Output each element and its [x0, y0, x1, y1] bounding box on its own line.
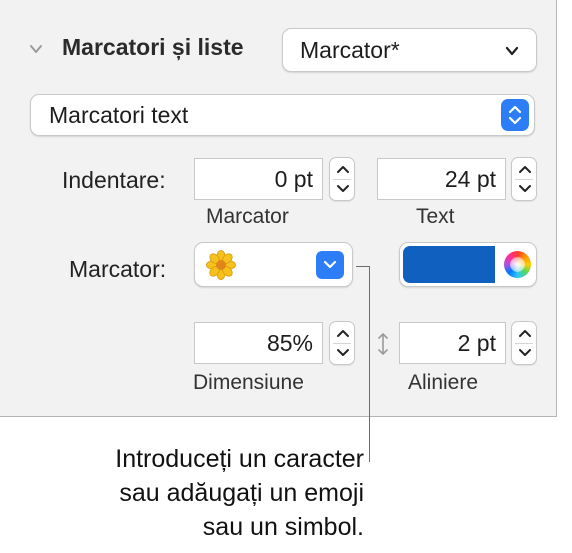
flower-emoji-icon: [206, 250, 236, 280]
callout-line: sau un simbol.: [202, 513, 364, 541]
chevron-up-icon[interactable]: [336, 328, 350, 338]
callout-line: sau adăugați un emoji: [119, 479, 364, 507]
bullet-symbol-dropdown-button[interactable]: [316, 251, 344, 279]
indent-text-stepper[interactable]: [511, 157, 537, 201]
chevron-up-icon[interactable]: [336, 164, 350, 174]
indent-text-field[interactable]: 24 pt: [377, 158, 506, 200]
bullets-and-lists-panel: Marcatori și liste Marcator* Marcatori t…: [0, 0, 557, 417]
chevron-down-icon: [505, 46, 519, 56]
chevron-down-icon[interactable]: [518, 348, 532, 358]
indent-bullet-caption: Marcator: [206, 205, 289, 228]
callout-text: Introduceți un caracter sau adăugați un …: [40, 442, 364, 544]
color-wheel-icon[interactable]: [504, 251, 531, 278]
bullet-color-well[interactable]: [399, 242, 537, 287]
bullet-symbol-popup[interactable]: [194, 242, 353, 287]
section-title[interactable]: Marcatori și liste: [62, 34, 244, 61]
chevron-down-icon[interactable]: [518, 184, 532, 194]
popup-arrows-button[interactable]: [501, 99, 529, 131]
indent-label: Indentare:: [62, 167, 166, 193]
indent-bullet-stepper[interactable]: [329, 157, 355, 201]
align-stepper[interactable]: [511, 321, 537, 365]
chevron-up-icon[interactable]: [518, 164, 532, 174]
chevron-down-icon: [323, 260, 337, 269]
bullet-label: Marcator:: [69, 256, 167, 282]
list-style-popup[interactable]: Marcator*: [282, 28, 537, 72]
callout-leader-line: [356, 266, 370, 462]
align-caption: Aliniere: [408, 371, 479, 394]
color-swatch[interactable]: [403, 246, 495, 283]
bullet-type-value: Marcatori text: [49, 102, 189, 128]
align-field[interactable]: 2 pt: [399, 322, 506, 364]
chevron-down-icon[interactable]: [28, 41, 44, 57]
size-stepper[interactable]: [329, 321, 355, 365]
list-style-value: Marcator*: [300, 37, 400, 63]
chevron-down-icon[interactable]: [336, 348, 350, 358]
size-caption: Dimensiune: [193, 371, 304, 394]
indent-text-caption: Text: [416, 205, 455, 228]
up-down-chevron-icon: [508, 105, 522, 125]
callout-line: Introduceți un caracter: [115, 445, 364, 473]
chevron-up-icon[interactable]: [518, 328, 532, 338]
chevron-down-icon[interactable]: [336, 184, 350, 194]
bullet-type-popup[interactable]: Marcatori text: [30, 94, 535, 136]
indent-bullet-field[interactable]: 0 pt: [194, 158, 323, 200]
vertical-align-arrows-icon: [378, 333, 388, 355]
size-field[interactable]: 85%: [194, 322, 323, 364]
